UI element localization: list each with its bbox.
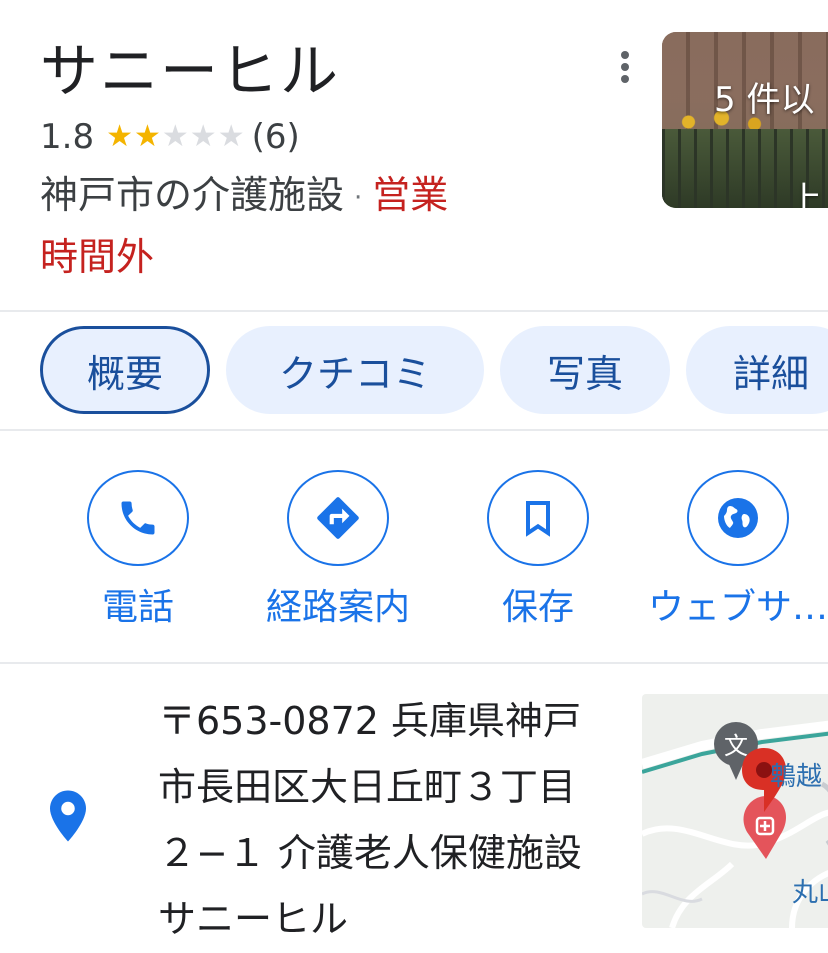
star-empty-icon: ★	[189, 119, 217, 154]
save-label: 保存	[501, 587, 574, 628]
save-button[interactable]: 保存	[458, 470, 618, 630]
category-row: 神戸市の介護施設 · 営業	[40, 164, 448, 219]
divider	[0, 429, 828, 431]
action-bar: 電話 経路案内 保存 ウェブサ…	[0, 470, 828, 630]
divider	[0, 310, 828, 312]
website-button[interactable]: ウェブサ…	[648, 470, 828, 630]
divider	[0, 662, 828, 664]
directions-label: 経路案内	[265, 587, 410, 628]
map-thumbnail[interactable]: 文 鵯越 丸山	[642, 694, 828, 928]
star-filled-icon: ★	[133, 119, 161, 154]
map-label-hiyodorigoe: 鵯越	[770, 762, 823, 792]
star-empty-icon: ★	[217, 119, 245, 154]
rating-stars: ★ ★ ★ ★ ★	[106, 122, 246, 152]
directions-icon	[287, 470, 389, 566]
location-pin-icon	[50, 790, 86, 842]
address-text: 〒653-0872 兵庫県神戸市長田区大日丘町３丁目２−１ 介護老人保健施設サニ…	[158, 699, 582, 941]
address-row[interactable]: 〒653-0872 兵庫県神戸市長田区大日丘町３丁目２−１ 介護老人保健施設サニ…	[0, 668, 828, 953]
website-label: ウェブサ…	[648, 587, 828, 628]
more-options-icon[interactable]	[604, 44, 646, 90]
tab-reviews[interactable]: クチコミ	[226, 326, 484, 414]
tab-details[interactable]: 詳細	[686, 326, 828, 414]
tab-overview[interactable]: 概要	[40, 326, 210, 414]
separator-dot: ·	[354, 182, 363, 213]
photo-count-label-2: 上	[788, 180, 822, 208]
globe-icon	[687, 470, 789, 566]
rating-value: 1.8	[40, 117, 95, 157]
star-empty-icon: ★	[161, 119, 189, 154]
review-count: (6)	[251, 117, 300, 157]
phone-icon	[87, 470, 189, 566]
place-header: サニーヒル 1.8 ★ ★ ★ ★ ★ (6) 神戸市の介護施設 · 営業 時間外 5 件以…	[0, 0, 828, 310]
tab-photos[interactable]: 写真	[500, 326, 670, 414]
rating-row[interactable]: 1.8 ★ ★ ★ ★ ★ (6)	[40, 114, 300, 160]
call-button[interactable]: 電話	[58, 470, 218, 630]
tab-bar: 概要 クチコミ 写真 詳細	[0, 326, 828, 414]
photo-count-label: 5 件以	[714, 80, 815, 120]
call-label: 電話	[101, 587, 174, 628]
bookmark-icon	[487, 470, 589, 566]
place-category: 神戸市の介護施設	[40, 173, 345, 217]
school-map-icon: 文	[724, 732, 748, 760]
open-status-continued: 時間外	[40, 235, 155, 279]
directions-button[interactable]: 経路案内	[258, 470, 418, 630]
place-title: サニーヒル	[40, 37, 341, 105]
map-label-maruyama: 丸山	[792, 878, 828, 908]
place-photo[interactable]: 5 件以 上	[662, 32, 828, 208]
star-filled-icon: ★	[106, 119, 133, 154]
open-status: 営業	[372, 173, 449, 217]
